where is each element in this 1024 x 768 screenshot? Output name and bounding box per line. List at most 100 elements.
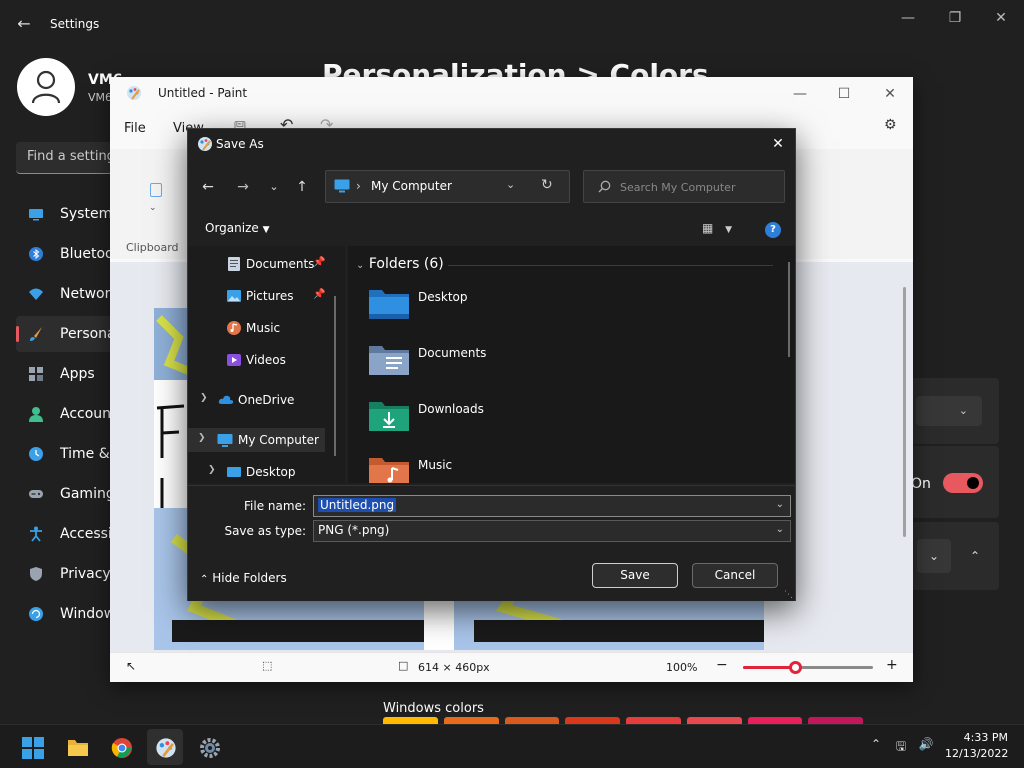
chevron-down-icon[interactable]: ⌄ — [776, 524, 784, 535]
canvas-size-text: 614 × 460px — [418, 661, 490, 674]
chevron-down-icon[interactable]: ❯ — [198, 433, 206, 443]
clock-date[interactable]: 12/13/2022 — [945, 747, 1008, 760]
file-name-value[interactable]: Untitled.png — [318, 498, 397, 512]
sidebar-item-label: System — [60, 206, 113, 222]
apps-icon — [29, 367, 43, 381]
avatar[interactable] — [17, 58, 75, 116]
minimize-icon[interactable]: — — [893, 8, 923, 28]
chrome-button[interactable] — [103, 729, 139, 765]
tree-item-pictures[interactable]: Pictures 📌 — [188, 284, 345, 308]
transparency-toggle[interactable] — [943, 473, 983, 493]
cloud-icon — [218, 395, 234, 404]
folder-music[interactable]: Music — [368, 454, 608, 483]
windows-colors-label: Windows colors — [383, 701, 484, 716]
chevron-right-icon[interactable]: ❯ — [200, 393, 208, 403]
folder-desktop-icon — [369, 290, 409, 319]
back-arrow-icon[interactable]: ← — [196, 176, 220, 198]
search-box[interactable] — [583, 170, 785, 203]
zoom-out-icon[interactable]: − — [716, 657, 728, 673]
bluetooth-icon — [29, 247, 43, 261]
save-type-select[interactable]: PNG (*.png) ⌄ — [313, 520, 791, 542]
desktop-icon — [227, 467, 241, 477]
help-icon[interactable]: ? — [765, 222, 781, 238]
save-button[interactable]: Save — [592, 563, 678, 588]
zoom-slider-track[interactable] — [743, 661, 873, 674]
paint-maximize-icon[interactable]: ☐ — [824, 81, 864, 107]
clock-icon — [29, 447, 43, 461]
start-button[interactable] — [14, 729, 50, 765]
user-email: VM6 — [88, 91, 113, 104]
file-name-field[interactable]: Untitled.png ⌄ — [313, 495, 791, 517]
tree-item-label: Pictures — [246, 289, 294, 303]
tree-item-onedrive[interactable]: ❯ OneDrive — [188, 388, 345, 412]
computer-icon — [334, 179, 350, 193]
clipboard-group-label: Clipboard — [126, 241, 179, 254]
forward-arrow-icon[interactable]: → — [231, 176, 255, 198]
save-as-dialog: Save As ✕ ← → ⌄ ↑ › My Computer ⌄ ↻ Orga… — [187, 128, 796, 601]
tree-item-documents[interactable]: Documents 📌 — [188, 252, 345, 276]
cancel-button[interactable]: Cancel — [692, 563, 778, 588]
documents-icon — [228, 257, 240, 271]
breadcrumb[interactable]: My Computer — [371, 179, 452, 193]
address-bar[interactable]: › My Computer ⌄ ↻ — [325, 170, 570, 203]
settings-titlebar: ← Settings — ❐ ✕ — [0, 0, 1024, 48]
change-view-button[interactable]: ▦ ▼ — [702, 221, 738, 239]
chevron-down-icon: ⌄ — [958, 404, 968, 417]
organize-button[interactable]: Organize ▼ — [205, 221, 270, 235]
network-icon[interactable]: 🖫 — [891, 737, 911, 757]
folders-group-header[interactable]: ⌄ Folders (6) — [356, 256, 444, 272]
paint-titlebar: Untitled - Paint — ☐ ✕ — [110, 77, 913, 109]
chevron-down-icon[interactable]: ⌄ — [149, 203, 157, 213]
folder-desktop[interactable]: Desktop — [368, 286, 608, 326]
tree-item-music[interactable]: Music — [188, 316, 345, 340]
mode-dropdown[interactable]: ⌄ — [916, 396, 982, 426]
dialog-close-icon[interactable]: ✕ — [768, 134, 788, 154]
paint-minimize-icon[interactable]: — — [780, 81, 820, 107]
folder-documents[interactable]: Documents — [368, 342, 608, 382]
hide-folders-label: Hide Folders — [212, 571, 287, 585]
view-grid-icon: ▦ — [702, 221, 714, 235]
tree-item-label: OneDrive — [238, 393, 295, 407]
collapse-button[interactable]: ⌃ — [958, 539, 992, 573]
hide-folders-button[interactable]: ⌃ Hide Folders — [200, 571, 287, 585]
zoom-in-icon[interactable]: + — [886, 657, 898, 673]
maximize-icon[interactable]: ❐ — [940, 8, 970, 28]
recent-locations-chevron-icon[interactable]: ⌄ — [262, 176, 286, 198]
folder-label: Downloads — [418, 402, 484, 416]
account-icon — [29, 407, 43, 422]
paste-icon[interactable] — [150, 183, 162, 197]
close-icon[interactable]: ✕ — [986, 8, 1016, 28]
volume-icon[interactable]: 🔊 — [916, 737, 936, 757]
tree-item-my-computer[interactable]: ❯ My Computer — [188, 428, 325, 452]
file-explorer-button[interactable] — [59, 729, 95, 765]
chevron-down-icon[interactable]: ⌄ — [776, 499, 784, 510]
paint-taskbar-button[interactable] — [147, 729, 183, 765]
up-arrow-icon[interactable]: ↑ — [290, 176, 314, 198]
folder-downloads[interactable]: Downloads — [368, 398, 608, 438]
paint-app-icon — [198, 137, 212, 151]
chevron-right-icon[interactable]: ❯ — [208, 465, 216, 475]
search-input[interactable] — [620, 178, 780, 196]
accent-dropdown[interactable]: ⌄ — [917, 539, 951, 573]
canvas-scrollbar[interactable] — [903, 287, 906, 537]
chevron-down-icon[interactable]: ⌄ — [506, 178, 522, 191]
dialog-title: Save As — [216, 137, 264, 151]
paint-close-icon[interactable]: ✕ — [870, 81, 910, 107]
refresh-icon[interactable]: ↻ — [541, 177, 559, 193]
menu-file[interactable]: File — [124, 121, 146, 136]
toggle-state-label: On — [911, 476, 931, 492]
settings-taskbar-button[interactable] — [191, 729, 227, 765]
resize-grip-icon[interactable]: ⋱ — [784, 590, 793, 600]
chevron-up-icon[interactable]: ⌃ — [866, 737, 886, 757]
paint-statusbar: ↖ ⬚ □ 614 × 460px 100% − + — [110, 652, 913, 682]
clock-time[interactable]: 4:33 PM — [958, 731, 1008, 744]
file-list-scrollbar[interactable] — [788, 262, 790, 357]
tree-item-desktop[interactable]: ❯ Desktop — [188, 460, 345, 483]
folder-label: Documents — [418, 346, 487, 360]
accessibility-icon — [30, 526, 42, 542]
account-settings-icon[interactable]: ⚙ — [884, 117, 897, 133]
tree-item-videos[interactable]: Videos — [188, 348, 345, 372]
navigation-scrollbar[interactable] — [334, 296, 336, 456]
back-arrow-icon[interactable]: ← — [14, 14, 34, 34]
zoom-slider-thumb[interactable] — [789, 661, 802, 674]
